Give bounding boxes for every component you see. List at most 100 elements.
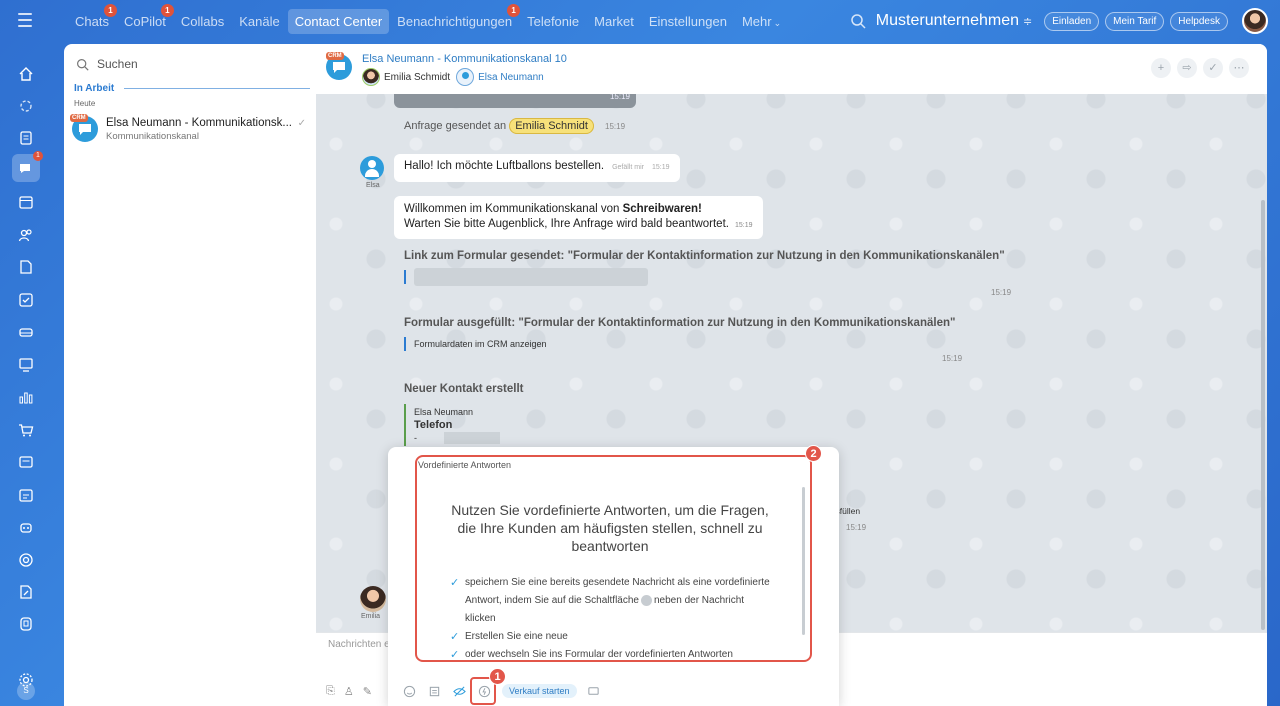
robot-icon[interactable] [16,517,36,537]
participant-name[interactable]: Emilia Schmidt [384,72,450,83]
main-nav: Chats 1 CoPilot 1 Collabs Kanäle Contact C… [68,3,789,34]
blurred-phone [444,432,500,444]
highlight-frame [415,455,812,662]
feed-icon[interactable] [16,128,36,148]
nav-badge: 1 [160,3,174,17]
top-right-area: Musterunternehmen ≑ Einladen Mein Tarif H… [850,8,1268,34]
rail-badge: 1 [33,151,43,161]
settings-lines-icon: ≑ [1022,16,1033,28]
input-toolbar: Verkauf starten [402,682,612,700]
blurred-link[interactable] [414,268,648,286]
nav-notifications[interactable]: Benachrichtigungen 1 [390,3,521,34]
elsa-avatar[interactable] [360,156,384,180]
hide-icon[interactable] [452,684,466,698]
person-icon[interactable]: ♙ [344,685,354,698]
top-bar: Chats 1 CoPilot 1 Collabs Kanäle Contact C… [0,0,1280,42]
crm-form-link[interactable]: Formulardaten im CRM anzeigen [414,339,547,349]
cart-icon[interactable] [16,420,36,440]
calendar-icon[interactable] [16,192,36,212]
nav-telefonie[interactable]: Telefonie [520,9,586,34]
avatar[interactable] [362,68,380,86]
analytics-icon[interactable] [16,387,36,407]
search-icon[interactable] [850,13,866,29]
section-in-progress[interactable]: In Arbeit [74,83,114,94]
quote-bar [404,404,406,446]
message-bubble[interactable]: Hallo! Ich möchte Luftballons bestellen.… [394,154,680,182]
home-icon[interactable] [16,64,36,84]
chat-participants: Emilia Schmidt Elsa Neumann [362,68,544,86]
like-label[interactable]: Gefällt mir [612,164,644,171]
search-placeholder: Suchen [97,57,138,71]
scrollbar[interactable] [1261,200,1265,630]
emilia-avatar[interactable] [360,586,386,612]
quote-bar [404,270,406,284]
edit-icon[interactable]: ✎ [363,685,372,698]
chat-title[interactable]: Elsa Neumann - Kommunikationskanal 10 [362,53,567,65]
input-tools: ⎘ ♙ ✎ [326,685,381,698]
divider [124,88,310,89]
inbox-icon[interactable] [16,452,36,472]
search-icon [77,58,89,71]
nav-copilot[interactable]: CoPilot 1 [117,3,174,34]
chat-bubble-icon [79,124,91,135]
crm-avatar: CRM [70,114,98,142]
search-input[interactable]: Suchen [76,54,138,74]
left-rail: 1 S [0,42,52,706]
nav-badge: 1 [507,3,521,17]
helpdesk-button[interactable]: Helpdesk [1170,11,1228,31]
copilot-icon[interactable] [16,96,36,116]
avatar[interactable] [456,68,475,86]
smile-icon[interactable] [402,684,416,698]
contacts-icon[interactable] [16,225,36,245]
target-icon[interactable] [16,550,36,570]
callout-marker-2: 2 [805,445,822,462]
market-icon[interactable] [16,614,36,634]
nav-market[interactable]: Market [587,9,641,34]
request-sent-line: Anfrage gesendet an Emilia Schmidt 15:19 [404,118,626,134]
nav-contact-center[interactable]: Contact Center [287,8,390,34]
sign-document-icon[interactable] [16,582,36,602]
nav-settings[interactable]: Einstellungen [642,9,734,34]
schedule-icon[interactable] [16,485,36,505]
timestamp: 15:19 [846,523,867,532]
quote-bar [404,337,406,351]
new-contact-title: Neuer Kontakt erstellt [404,383,524,395]
forward-icon[interactable]: ⇨ [1177,58,1197,78]
add-icon[interactable]: + [1151,58,1171,78]
check-icon: ✓ [297,118,306,129]
list-item-title: Elsa Neumann - Kommunikationsk... [106,117,292,129]
messenger-icon[interactable]: 1 [12,151,43,182]
participant-name[interactable]: Elsa Neumann [478,72,544,83]
nav-collabs[interactable]: Collabs [174,9,231,34]
crm-avatar[interactable]: CRM [326,52,352,80]
emilia-label: Emilia [361,613,381,620]
nav-more[interactable]: Mehr ⌄ [735,9,788,34]
tasks-icon[interactable] [16,290,36,310]
chat-header: CRM Elsa Neumann - Kommunikationskanal 1… [316,44,1267,94]
tariff-button[interactable]: Mein Tarif [1105,11,1165,31]
chat-list-panel: Suchen In Arbeit Heute CRM Elsa Neumann … [64,44,316,706]
nav-kanaele[interactable]: Kanäle [232,9,286,34]
invite-button[interactable]: Einladen [1044,11,1100,31]
nav-badge: 1 [103,3,117,17]
documents-icon[interactable] [16,257,36,277]
more-icon[interactable]: ⋯ [1229,58,1249,78]
screen-icon[interactable] [587,684,601,698]
drive-icon[interactable] [16,322,36,342]
user-avatar[interactable] [1242,8,1268,34]
chat-bubble-icon [333,62,345,73]
start-sale-button[interactable]: Verkauf starten [502,684,577,698]
day-label: Heute [74,99,96,108]
highlighted-name[interactable]: Emilia Schmidt [509,118,594,134]
attach-icon[interactable]: ⎘ [326,685,335,698]
template-icon[interactable] [427,684,441,698]
welcome-message[interactable]: Willkommen im Kommunikationskanal von Sc… [394,196,763,239]
company-name[interactable]: Musterunternehmen ≑ [876,12,1032,30]
check-circle-icon[interactable]: ✓ [1203,58,1223,78]
nav-chats[interactable]: Chats 1 [68,3,117,34]
list-item[interactable]: CRM Elsa Neumann - Kommunikationsk... Ko… [70,114,310,144]
gear-icon[interactable] [16,670,36,690]
menu-icon[interactable] [18,13,32,27]
presentation-icon[interactable] [16,355,36,375]
timestamp: 15:19 [991,288,1012,297]
